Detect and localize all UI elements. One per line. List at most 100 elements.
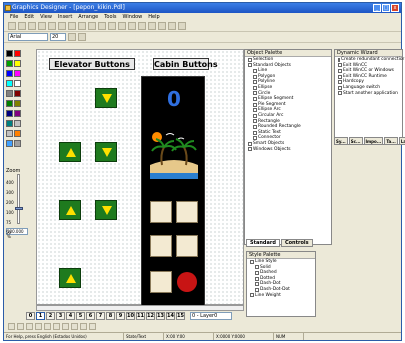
- tab-controls[interactable]: Controls: [280, 239, 313, 247]
- layer-tab-7[interactable]: 7: [96, 312, 105, 320]
- align-left-icon[interactable]: [8, 323, 15, 330]
- color-swatch[interactable]: [14, 60, 21, 67]
- color-swatch[interactable]: [6, 60, 13, 67]
- zoom-slider-thumb[interactable]: [15, 207, 23, 210]
- layer-tab-12[interactable]: 12: [146, 312, 155, 320]
- color-swatch[interactable]: [14, 100, 21, 107]
- layer-tab-4[interactable]: 4: [66, 312, 75, 320]
- menu-file[interactable]: File: [10, 13, 18, 21]
- drawing-canvas[interactable]: Elevator Buttons Cabin Buttons 0: [36, 49, 244, 306]
- maximize-button[interactable]: □: [382, 4, 390, 12]
- layer-tab-6[interactable]: 6: [86, 312, 95, 320]
- elevator-buttons-header[interactable]: Elevator Buttons: [49, 58, 135, 70]
- elevator-down-button-3[interactable]: [95, 200, 117, 220]
- align-icon[interactable]: [148, 22, 156, 30]
- horizontal-scrollbar[interactable]: [36, 305, 244, 311]
- same-height-icon[interactable]: [71, 323, 78, 330]
- color-swatch[interactable]: [6, 70, 13, 77]
- cabin-floor-button[interactable]: [150, 235, 172, 257]
- zoom-fit-icon[interactable]: [128, 22, 136, 30]
- object-palette-item[interactable]: Windows Objects: [248, 147, 331, 153]
- align-middle-icon[interactable]: [44, 323, 51, 330]
- wizard-tab[interactable]: Sc...: [348, 137, 363, 145]
- layer-tab-15[interactable]: 15: [176, 312, 185, 320]
- wizard-tab[interactable]: Ta...: [384, 137, 398, 145]
- runtime-icon[interactable]: [88, 22, 96, 30]
- layer-tab-3[interactable]: 3: [56, 312, 65, 320]
- color-swatch[interactable]: [6, 140, 13, 147]
- align-top-icon[interactable]: [35, 323, 42, 330]
- layer-tab-5[interactable]: 5: [76, 312, 85, 320]
- cabin-floor-button[interactable]: [150, 271, 172, 293]
- layer-combo[interactable]: 0 - Layer0: [190, 312, 232, 320]
- font-combo[interactable]: Arial: [8, 33, 48, 41]
- layer-tab-14[interactable]: 14: [166, 312, 175, 320]
- properties-icon[interactable]: [168, 22, 176, 30]
- tab-standard[interactable]: Standard: [246, 239, 280, 247]
- color-swatch[interactable]: [14, 130, 21, 137]
- cabin-buttons-header[interactable]: Cabin Buttons: [153, 58, 218, 70]
- new-icon[interactable]: [8, 22, 16, 30]
- menu-insert[interactable]: Insert: [58, 13, 72, 21]
- wizard-tab[interactable]: Impo...: [363, 137, 384, 145]
- zoom-slider[interactable]: [15, 174, 23, 224]
- layer-tab-2[interactable]: 2: [46, 312, 55, 320]
- cut-icon[interactable]: [38, 22, 46, 30]
- layer-tab-10[interactable]: 10: [126, 312, 135, 320]
- wizard-item[interactable]: Start another application: [338, 91, 402, 97]
- layer-tab-8[interactable]: 8: [106, 312, 115, 320]
- wizard-tab[interactable]: Sy...: [334, 137, 348, 145]
- same-size-icon[interactable]: [80, 323, 87, 330]
- color-swatch[interactable]: [14, 110, 21, 117]
- elevator-up-button-2[interactable]: [59, 200, 81, 220]
- close-button[interactable]: x: [391, 4, 399, 12]
- elevator-down-button-2[interactable]: [95, 142, 117, 162]
- redo-icon[interactable]: [78, 22, 86, 30]
- menu-edit[interactable]: Edit: [24, 13, 34, 21]
- color-swatch[interactable]: [6, 130, 13, 137]
- color-swatch[interactable]: [6, 90, 13, 97]
- group-icon[interactable]: [89, 323, 96, 330]
- color-swatch[interactable]: [14, 140, 21, 147]
- color-swatch[interactable]: [14, 70, 21, 77]
- elevator-up-button-3[interactable]: [59, 268, 81, 288]
- font-color-icon[interactable]: [68, 33, 76, 41]
- line-color-icon[interactable]: [78, 33, 86, 41]
- color-swatch[interactable]: [14, 90, 21, 97]
- menu-tools[interactable]: Tools: [104, 13, 116, 21]
- alarm-button[interactable]: [177, 272, 197, 292]
- copy-icon[interactable]: [48, 22, 56, 30]
- elevator-up-button-1[interactable]: [59, 142, 81, 162]
- cabin-floor-button[interactable]: [176, 235, 198, 257]
- color-swatch[interactable]: [14, 80, 21, 87]
- zoom-icon[interactable]: [138, 22, 146, 30]
- color-swatch[interactable]: [6, 80, 13, 87]
- layer-tab-9[interactable]: 9: [116, 312, 125, 320]
- layer-tab-11[interactable]: 11: [136, 312, 145, 320]
- minimize-button[interactable]: _: [373, 4, 381, 12]
- style-palette-item[interactable]: Line Weight: [250, 293, 315, 299]
- color-swatch[interactable]: [14, 120, 21, 127]
- same-width-icon[interactable]: [62, 323, 69, 330]
- paste-icon[interactable]: [58, 22, 66, 30]
- align-bottom-icon[interactable]: [53, 323, 60, 330]
- zoom-in-icon[interactable]: [108, 22, 116, 30]
- undo-icon[interactable]: [68, 22, 76, 30]
- grid-icon[interactable]: [98, 22, 106, 30]
- cabin-floor-button[interactable]: [150, 201, 172, 223]
- menu-view[interactable]: View: [40, 13, 52, 21]
- open-icon[interactable]: [18, 22, 26, 30]
- menu-window[interactable]: Window: [123, 13, 143, 21]
- color-swatch[interactable]: [6, 110, 13, 117]
- cabin-floor-button[interactable]: [176, 201, 198, 223]
- help-icon[interactable]: [178, 22, 186, 30]
- elevator-down-button-1[interactable]: [95, 88, 117, 108]
- layers-icon[interactable]: [158, 22, 166, 30]
- font-size-combo[interactable]: 20: [50, 33, 66, 41]
- color-swatch[interactable]: [6, 120, 13, 127]
- color-swatch[interactable]: [6, 50, 13, 57]
- menu-arrange[interactable]: Arrange: [78, 13, 98, 21]
- zoom-out-icon[interactable]: [118, 22, 126, 30]
- save-icon[interactable]: [28, 22, 36, 30]
- align-center-icon[interactable]: [17, 323, 24, 330]
